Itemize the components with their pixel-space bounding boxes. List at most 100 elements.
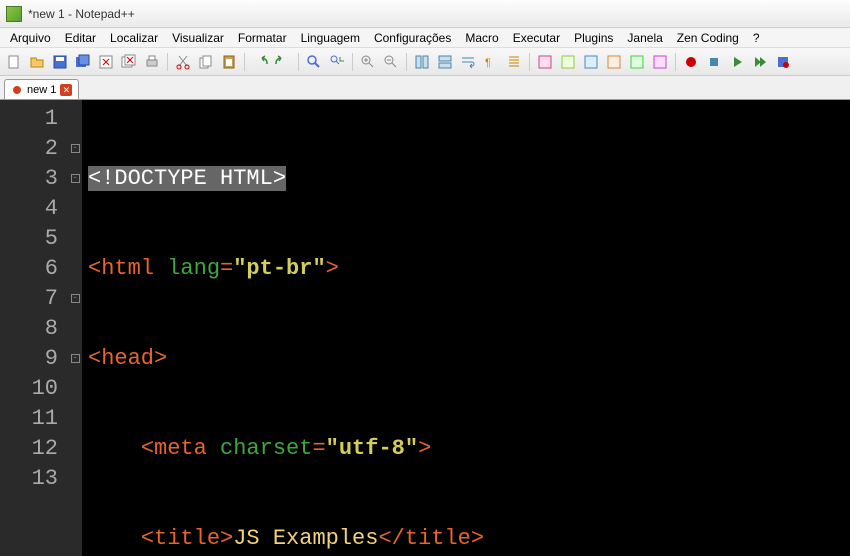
play-macro-icon[interactable] — [727, 52, 747, 72]
titlebar: *new 1 - Notepad++ — [0, 0, 850, 28]
find-icon[interactable] — [304, 52, 324, 72]
menu-executar[interactable]: Executar — [507, 30, 566, 46]
sync-v-icon[interactable] — [412, 52, 432, 72]
unsaved-icon — [11, 84, 23, 96]
wrap-icon[interactable] — [458, 52, 478, 72]
fold-marker — [68, 434, 82, 464]
play-multi-icon[interactable] — [750, 52, 770, 72]
separator — [529, 53, 530, 71]
code-token: > — [326, 256, 339, 281]
svg-text:¶: ¶ — [485, 57, 491, 69]
save-icon[interactable] — [50, 52, 70, 72]
new-file-icon[interactable] — [4, 52, 24, 72]
menu-formatar[interactable]: Formatar — [232, 30, 293, 46]
code-token: "pt-br" — [233, 256, 325, 281]
tool-e-icon[interactable] — [627, 52, 647, 72]
save-macro-icon[interactable] — [773, 52, 793, 72]
menu-zencoding[interactable]: Zen Coding — [671, 30, 745, 46]
paste-icon[interactable] — [219, 52, 239, 72]
copy-icon[interactable] — [196, 52, 216, 72]
fold-marker — [68, 224, 82, 254]
code-area[interactable]: <!DOCTYPE HTML> <html lang="pt-br"> <hea… — [82, 100, 850, 556]
code-token: charset — [220, 436, 312, 461]
separator — [352, 53, 353, 71]
code-token: = — [220, 256, 233, 281]
code-token: <! — [88, 166, 114, 191]
separator — [298, 53, 299, 71]
fold-marker — [68, 194, 82, 224]
open-file-icon[interactable] — [27, 52, 47, 72]
line-number: 7 — [4, 284, 58, 314]
fold-marker[interactable]: - — [68, 344, 82, 374]
menu-arquivo[interactable]: Arquivo — [4, 30, 57, 46]
cut-icon[interactable] — [173, 52, 193, 72]
line-number: 10 — [4, 374, 58, 404]
zoom-in-icon[interactable] — [358, 52, 378, 72]
replace-icon[interactable] — [327, 52, 347, 72]
menu-editar[interactable]: Editar — [59, 30, 102, 46]
line-number: 9 — [4, 344, 58, 374]
menubar: Arquivo Editar Localizar Visualizar Form… — [0, 28, 850, 48]
code-token — [88, 526, 141, 551]
line-gutter: 1 2 3 4 5 6 7 8 9 10 11 12 13 — [0, 100, 68, 556]
fold-gutter: - - - - — [68, 100, 82, 556]
separator — [406, 53, 407, 71]
code-token: <title> — [141, 526, 233, 551]
show-all-icon[interactable]: ¶ — [481, 52, 501, 72]
redo-icon[interactable] — [273, 52, 293, 72]
app-icon — [6, 6, 22, 22]
tab-new1[interactable]: new 1 ✕ — [4, 79, 79, 99]
tool-f-icon[interactable] — [650, 52, 670, 72]
fold-marker — [68, 374, 82, 404]
code-token: JS Examples — [233, 526, 378, 551]
menu-macro[interactable]: Macro — [459, 30, 504, 46]
fold-marker — [68, 404, 82, 434]
tabbar: new 1 ✕ — [0, 76, 850, 100]
line-number: 2 — [4, 134, 58, 164]
code-token — [88, 436, 141, 461]
menu-localizar[interactable]: Localizar — [104, 30, 164, 46]
fold-marker[interactable]: - — [68, 284, 82, 314]
line-number: 5 — [4, 224, 58, 254]
menu-janela[interactable]: Janela — [621, 30, 668, 46]
separator — [167, 53, 168, 71]
menu-visualizar[interactable]: Visualizar — [166, 30, 230, 46]
tool-a-icon[interactable] — [535, 52, 555, 72]
undo-icon[interactable] — [250, 52, 270, 72]
tab-label: new 1 — [27, 84, 56, 96]
line-number: 8 — [4, 314, 58, 344]
separator — [244, 53, 245, 71]
code-token: > — [418, 436, 431, 461]
code-token: DOCTYPE HTML — [114, 166, 272, 191]
fold-marker — [68, 254, 82, 284]
save-all-icon[interactable] — [73, 52, 93, 72]
window-title: *new 1 - Notepad++ — [28, 7, 135, 21]
stop-macro-icon[interactable] — [704, 52, 724, 72]
fold-marker[interactable]: - — [68, 134, 82, 164]
zoom-out-icon[interactable] — [381, 52, 401, 72]
code-token: <meta — [141, 436, 220, 461]
editor[interactable]: 1 2 3 4 5 6 7 8 9 10 11 12 13 - - - - <!… — [0, 100, 850, 556]
record-macro-icon[interactable] — [681, 52, 701, 72]
tool-c-icon[interactable] — [581, 52, 601, 72]
code-token: <html — [88, 256, 167, 281]
fold-marker[interactable]: - — [68, 164, 82, 194]
code-token: > — [273, 166, 286, 191]
menu-linguagem[interactable]: Linguagem — [295, 30, 366, 46]
fold-marker — [68, 314, 82, 344]
sync-h-icon[interactable] — [435, 52, 455, 72]
line-number: 1 — [4, 104, 58, 134]
toolbar: ¶ — [0, 48, 850, 76]
print-icon[interactable] — [142, 52, 162, 72]
code-token: = — [312, 436, 325, 461]
close-icon[interactable] — [96, 52, 116, 72]
tab-close-icon[interactable]: ✕ — [60, 84, 72, 96]
menu-configuracoes[interactable]: Configurações — [368, 30, 457, 46]
menu-plugins[interactable]: Plugins — [568, 30, 619, 46]
line-number: 6 — [4, 254, 58, 284]
tool-b-icon[interactable] — [558, 52, 578, 72]
menu-help[interactable]: ? — [747, 30, 766, 46]
close-all-icon[interactable] — [119, 52, 139, 72]
tool-d-icon[interactable] — [604, 52, 624, 72]
indent-guide-icon[interactable] — [504, 52, 524, 72]
